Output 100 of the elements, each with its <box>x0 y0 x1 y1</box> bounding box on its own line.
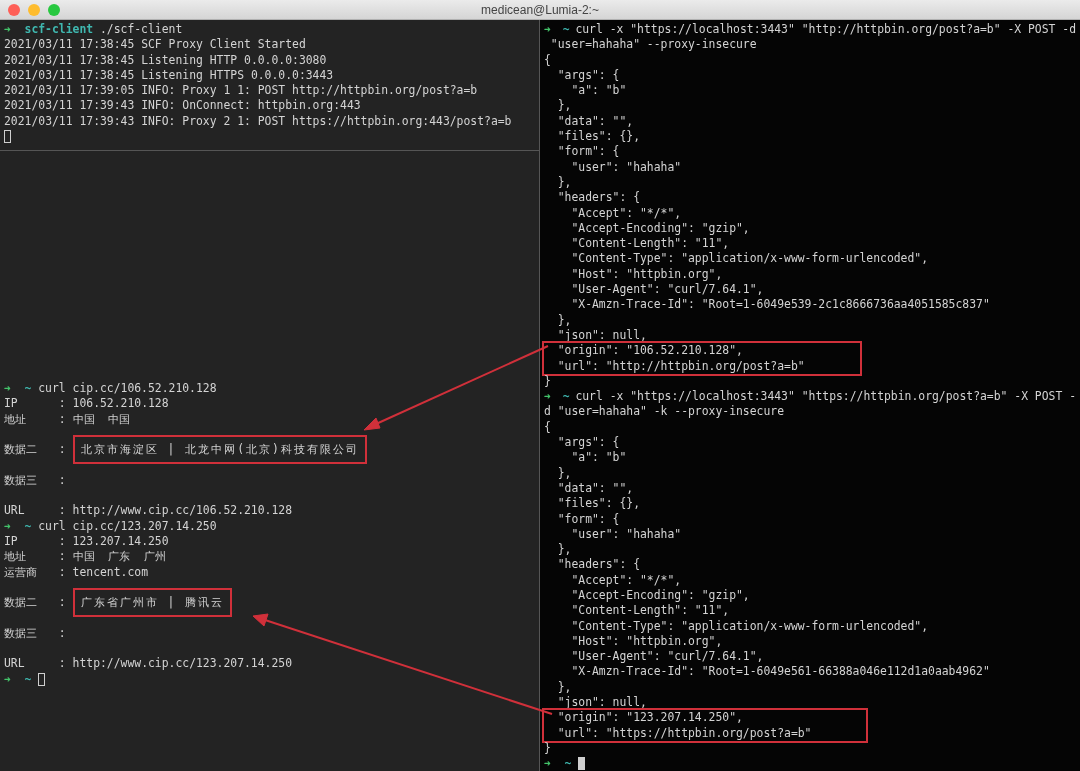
output-line: "args": { <box>556 67 620 84</box>
field-label: IP <box>4 533 19 550</box>
output-line: }, <box>556 98 572 114</box>
command-text: curl -x "https://localhost:3443" "http://httpbin.org/post?a=b" -X POST -d <box>575 22 1076 38</box>
field-label: 地址 <box>4 411 27 427</box>
output-line: }, <box>556 312 572 328</box>
highlighted-value: 广东省广州市 | 腾讯云 <box>72 588 233 618</box>
prompt-arrow: ➜ <box>4 381 11 397</box>
output-line: "a": "b" <box>570 83 627 99</box>
field-separator: : <box>58 442 66 458</box>
field-separator: : <box>58 503 66 519</box>
prompt-directory: ~ <box>562 22 570 38</box>
field-value: tencent.com <box>72 564 148 580</box>
output-line: "Accept-Encoding": "gzip", <box>570 220 750 237</box>
output-line: 2021/03/11 17:39:43 INFO: Proxy 2 1: POST https://httpbin.org:443/post?a=b <box>4 113 512 130</box>
highlighted-value: 北京市海淀区 | 北龙中网(北京)科技有限公司 <box>72 435 367 465</box>
output-line: "headers": { <box>556 190 640 206</box>
terminal-pane[interactable] <box>540 20 1080 771</box>
output-line: "Accept": "*/*", <box>570 205 682 221</box>
field-separator: : <box>58 656 66 672</box>
output-line: "data": "", <box>556 480 634 497</box>
field-separator: : <box>58 549 66 565</box>
field-label: 运营商 <box>4 564 38 580</box>
output-line: "headers": { <box>556 557 640 573</box>
output-line: } <box>544 740 551 757</box>
field-value: http://www.cip.cc/123.207.14.250 <box>72 656 292 672</box>
window-zoom-button[interactable] <box>48 3 60 16</box>
prompt-arrow: ➜ <box>544 22 551 38</box>
terminal-pane[interactable] <box>0 20 539 151</box>
output-line: "json": null, <box>556 695 647 711</box>
output-line: "form": { <box>556 511 620 527</box>
output-line: "args": { <box>556 435 620 451</box>
field-label: URL <box>4 503 26 519</box>
output-line: "url": "https://httpbin.org/post?a=b" <box>556 725 812 741</box>
output-line: "X-Amzn-Trace-Id": "Root=1-6049e561-66388a046e112d1a0aab4962" <box>570 664 990 680</box>
output-line: "files": {}, <box>556 496 640 512</box>
output-line: "User-Agent": "curl/7.64.1", <box>570 649 764 665</box>
field-label: 地址 <box>4 549 27 565</box>
field-value: 中国 中国 <box>72 411 131 427</box>
field-separator: : <box>58 564 66 580</box>
output-line: "user": "hahaha" <box>570 159 682 175</box>
output-line: "Accept": "*/*", <box>570 572 682 588</box>
prompt-directory: ~ <box>24 671 32 687</box>
output-line: "user=hahaha" --proxy-insecure <box>549 37 757 53</box>
prompt-directory: ~ <box>564 756 572 771</box>
output-line: 2021/03/11 17:39:43 INFO: OnConnect: httpbin.org:443 <box>4 98 361 114</box>
output-line: d "user=hahaha" -k --proxy-insecure <box>544 404 785 420</box>
output-line: "user": "hahaha" <box>570 526 682 543</box>
prompt-arrow: ➜ <box>544 756 551 771</box>
output-line: "json": null, <box>556 327 647 344</box>
output-line: } <box>544 373 551 390</box>
output-line: "form": { <box>556 144 620 160</box>
field-separator: : <box>58 411 66 427</box>
field-separator: : <box>58 533 66 550</box>
output-line: }, <box>556 465 572 481</box>
field-separator: : <box>58 472 66 489</box>
command-text: curl cip.cc/106.52.210.128 <box>38 381 217 397</box>
output-line: "origin": "106.52.210.128", <box>556 343 743 359</box>
output-line: 2021/03/11 17:38:45 SCF Proxy Client Started <box>4 37 306 53</box>
output-line: 2021/03/11 17:38:45 Listening HTTPS 0.0.0.0:3443 <box>4 67 334 84</box>
prompt-arrow: ➜ <box>4 518 11 534</box>
prompt-directory: ~ <box>24 381 32 397</box>
field-label: 数据二 <box>4 442 38 458</box>
field-value: 123.207.14.250 <box>72 533 169 550</box>
prompt-directory: scf-client <box>24 22 94 38</box>
output-line: "Content-Length": "11", <box>570 236 730 252</box>
output-line: { <box>544 52 551 68</box>
field-separator: : <box>58 595 66 611</box>
prompt-arrow: ➜ <box>4 671 11 687</box>
output-line: 2021/03/11 17:38:45 Listening HTTP 0.0.0.0:3080 <box>4 52 327 68</box>
output-line: 2021/03/11 17:39:05 INFO: Proxy 1 1: POST http://httpbin.org/post?a=b <box>4 83 478 99</box>
command-text: ./scf-client <box>99 22 183 38</box>
field-value: http://www.cip.cc/106.52.210.128 <box>72 503 292 519</box>
output-line: }, <box>556 679 572 696</box>
output-line: "X-Amzn-Trace-Id": "Root=1-6049e539-2c1c8666736aa4051585c837" <box>570 297 990 313</box>
field-label: 数据三 <box>4 472 38 489</box>
output-line: "Content-Length": "11", <box>570 603 730 619</box>
field-label: 数据三 <box>4 625 38 642</box>
field-value: 中国 广东 广州 <box>72 549 166 565</box>
field-separator: : <box>58 396 66 412</box>
output-line: "Host": "httpbin.org", <box>570 633 723 650</box>
output-line: "Content-Type": "application/x-www-form-urlencoded", <box>570 251 929 267</box>
prompt-arrow: ➜ <box>4 22 11 38</box>
window-close-button[interactable] <box>8 3 20 16</box>
output-line: }, <box>556 174 572 191</box>
output-line: }, <box>556 542 572 558</box>
field-label: URL <box>4 656 26 672</box>
command-text: curl -x "https://localhost:3443" "https://httpbin.org/post?a=b" -X POST - <box>575 389 1076 405</box>
field-label: 数据二 <box>4 595 38 611</box>
output-line: "Content-Type": "application/x-www-form-urlencoded", <box>570 618 929 634</box>
command-text: curl cip.cc/123.207.14.250 <box>38 518 217 534</box>
output-line: "url": "http://httpbin.org/post?a=b" <box>556 358 805 374</box>
output-line: "Host": "httpbin.org", <box>570 266 723 283</box>
prompt-directory: ~ <box>562 389 570 405</box>
output-line: "User-Agent": "curl/7.64.1", <box>570 282 764 298</box>
field-label: IP <box>4 396 19 412</box>
field-value: 106.52.210.128 <box>72 396 169 412</box>
field-separator: : <box>58 625 66 642</box>
output-line: "data": "", <box>556 113 634 130</box>
prompt-arrow: ➜ <box>544 389 551 405</box>
